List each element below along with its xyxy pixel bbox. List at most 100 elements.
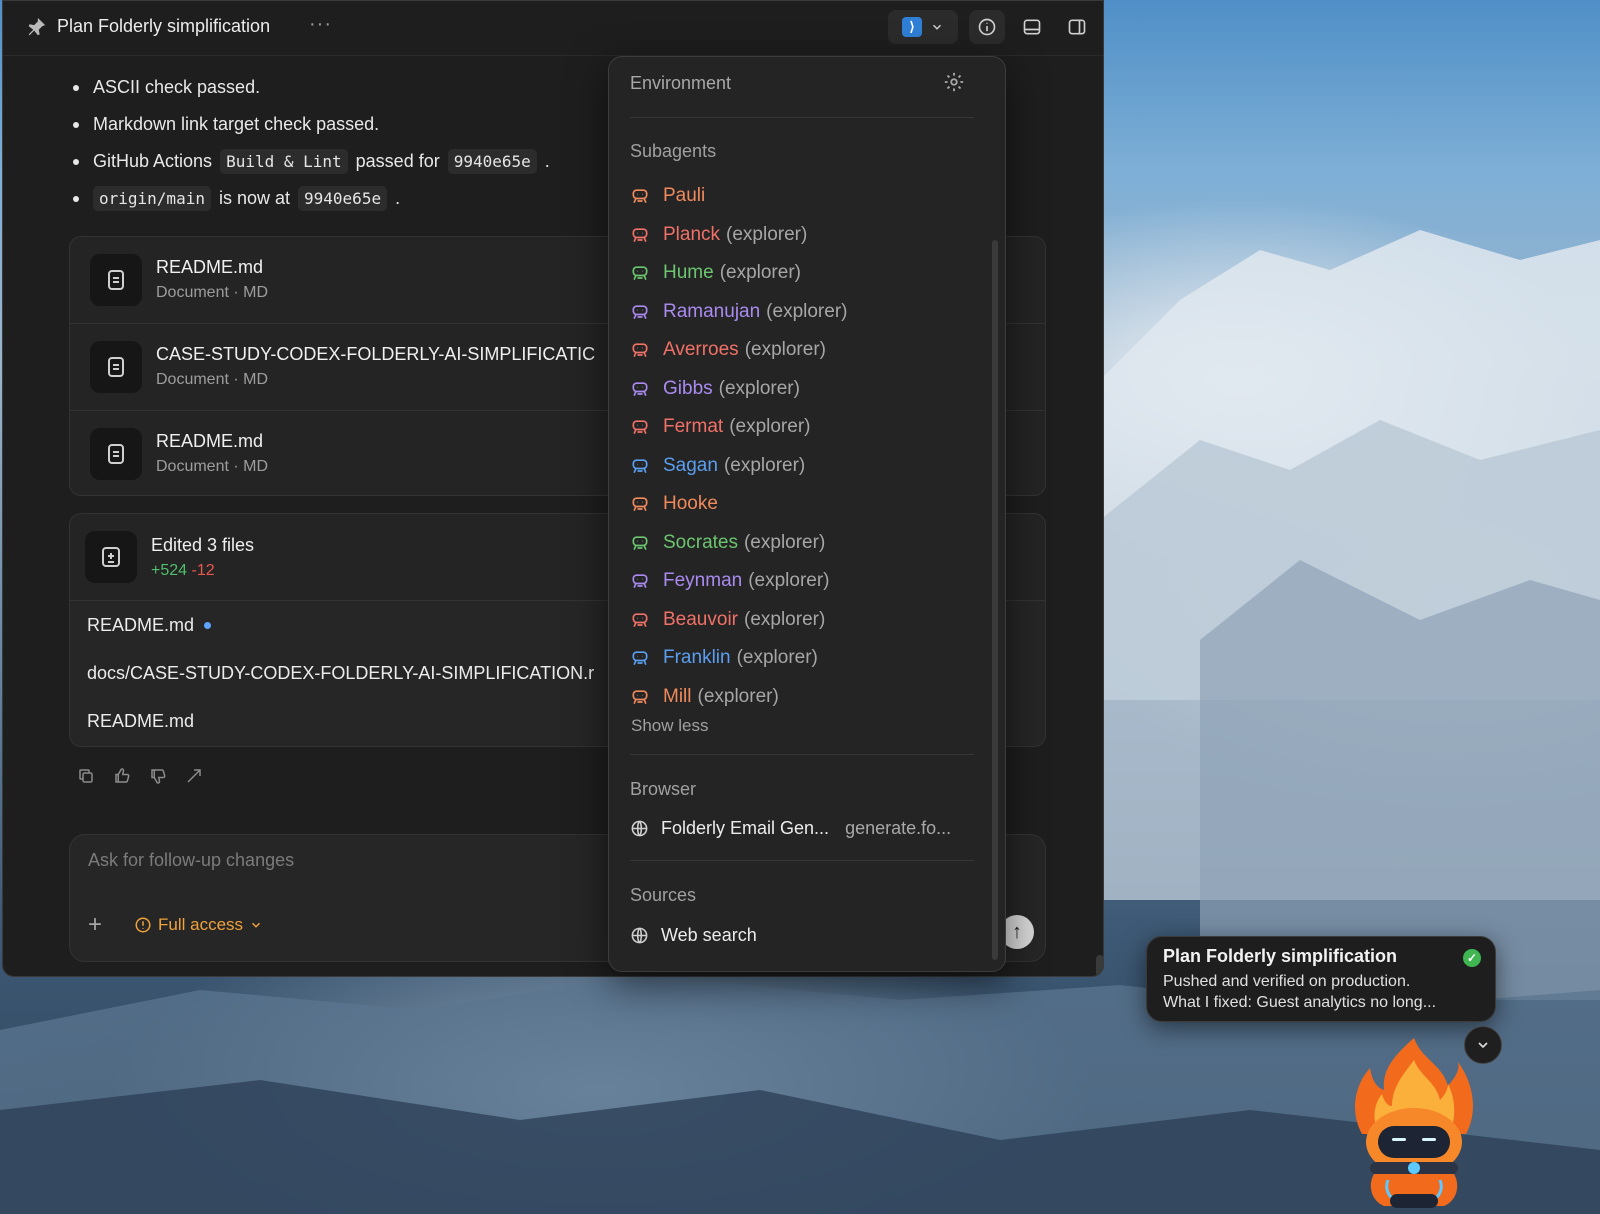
subagent-name: Feynman [663, 570, 743, 592]
follow-up-input[interactable] [86, 849, 690, 872]
robot-icon [632, 382, 648, 396]
browser-tab-item[interactable]: Folderly Email Gen... generate.fo... [630, 818, 951, 839]
subagent-name: Gibbs [663, 377, 713, 399]
add-attachment-icon[interactable]: + [88, 913, 102, 937]
subagent-list: Pauli Planck (explorer) Hume (explorer) Raman… [630, 177, 847, 716]
subagent-item-franklin[interactable]: Franklin (explorer) [630, 639, 847, 678]
inline-code: 9940e65e [298, 186, 388, 211]
subagent-role: (explorer) [719, 262, 801, 284]
file-meta: Document · MD [156, 458, 269, 475]
subagent-role: (explorer) [726, 223, 808, 245]
subagent-role: (explorer) [766, 300, 848, 322]
arrow-up-icon: ↑ [1012, 920, 1022, 943]
message-bullets: ASCII check passed. Markdown link target… [73, 69, 550, 217]
subagent-item-ramanujan[interactable]: Ramanujan (explorer) [630, 293, 847, 332]
toggle-sidebar-button[interactable] [1059, 10, 1095, 44]
chevron-down-icon [932, 24, 942, 30]
inline-code: Build & Lint [220, 149, 348, 174]
check-icon: ✓ [1463, 949, 1481, 967]
diff-icon [85, 531, 137, 583]
subagent-item-beauvoir[interactable]: Beauvoir (explorer) [630, 601, 847, 640]
title-bar: Plan Folderly simplification ··· ⟩ [3, 1, 1103, 56]
access-level-label: Full access [158, 915, 244, 934]
show-less-link[interactable]: Show less [631, 716, 708, 736]
window-title: Plan Folderly simplification [57, 16, 271, 36]
divider [630, 754, 974, 755]
robot-icon [632, 343, 648, 358]
message-actions [77, 767, 203, 785]
thumbs-down-icon[interactable] [149, 767, 167, 785]
bottom-panel-icon [1023, 19, 1041, 35]
globe-icon [631, 927, 648, 944]
diff-stats: +524 -12 [151, 562, 215, 580]
copy-icon[interactable] [77, 767, 95, 785]
robot-icon [632, 613, 648, 627]
subagent-item-hume[interactable]: Hume (explorer) [630, 254, 847, 293]
subagent-name: Mill [663, 685, 692, 707]
toast-message: What I fixed: Guest analytics no long... [1163, 994, 1437, 1011]
bullet-text: GitHub Actions [93, 151, 213, 171]
subagent-role: (explorer) [697, 685, 779, 707]
toggle-bottom-panel-button[interactable] [1014, 10, 1050, 44]
subagent-name: Sagan [663, 454, 718, 476]
info-icon [978, 18, 996, 36]
file-meta: Document · MD [156, 284, 269, 301]
subagent-item-gibbs[interactable]: Gibbs (explorer) [630, 370, 847, 409]
browser-label: Browser [630, 779, 697, 799]
notification-toast[interactable]: Plan Folderly simplification ✓ Pushed an… [1146, 936, 1496, 1022]
file-name: CASE-STUDY-CODEX-FOLDERLY-AI-SIMPLIFICAT… [156, 344, 596, 364]
subagent-item-sagan[interactable]: Sagan (explorer) [630, 447, 847, 486]
dropdown-scrollbar[interactable] [992, 240, 998, 960]
fire-mascot-icon[interactable] [1344, 1034, 1484, 1212]
subagent-item-mill[interactable]: Mill (explorer) [630, 678, 847, 717]
subagent-item-hooke[interactable]: Hooke [630, 485, 847, 524]
bullet-text: . [395, 188, 401, 208]
environment-label: Environment [630, 73, 732, 93]
robot-icon [632, 651, 648, 666]
thumbs-up-icon[interactable] [113, 767, 131, 785]
divider [630, 860, 974, 861]
subagent-role: (explorer) [743, 531, 826, 553]
bullet-item: origin/main is now at 9940e65e. [73, 180, 550, 217]
subagent-role: (explorer) [736, 647, 818, 669]
subagent-item-socrates[interactable]: Socrates (explorer) [630, 524, 847, 563]
lines-removed: -12 [191, 562, 215, 579]
bullet-item: GitHub Actions Build & Lint passed for 9… [73, 143, 550, 180]
subagent-item-fermat[interactable]: Fermat (explorer) [630, 408, 847, 447]
info-button[interactable] [969, 10, 1005, 44]
subagent-item-feynman[interactable]: Feynman (explorer) [630, 562, 847, 601]
open-in-editor-button[interactable]: ⟩ [888, 10, 958, 44]
subagent-name: Beauvoir [663, 608, 738, 630]
pin-icon[interactable] [25, 16, 47, 38]
vscode-icon: ⟩ [902, 17, 922, 37]
file-name: README.md [156, 431, 264, 451]
access-level-dropdown[interactable]: Full access [134, 915, 263, 935]
subagent-role: (explorer) [744, 339, 826, 361]
robot-icon [632, 690, 648, 704]
web-search-item[interactable]: Web search [630, 925, 757, 946]
subagent-item-pauli[interactable]: Pauli [630, 177, 847, 216]
sources-label: Sources [630, 885, 697, 905]
modified-dot [204, 621, 212, 629]
subagent-name: Ramanujan [663, 300, 761, 322]
subagent-role: (explorer) [729, 416, 811, 438]
robot-icon [632, 459, 648, 473]
subagent-item-planck[interactable]: Planck (explorer) [630, 216, 847, 255]
subagent-name: Socrates [663, 531, 738, 553]
bullet-text: Markdown link target check passed. [93, 114, 380, 134]
edited-file-path: README.md [87, 710, 195, 731]
bullet-item: Markdown link target check passed. [73, 106, 550, 143]
document-icon [90, 428, 142, 480]
edited-file-path: README.md [87, 614, 195, 635]
bullet-text: ASCII check passed. [93, 77, 261, 97]
environment-dropdown: Environment Subagents Pauli Planck (explor… [608, 56, 1006, 972]
subagent-item-averroes[interactable]: Averroes (explorer) [630, 331, 847, 370]
robot-icon [632, 574, 648, 589]
gear-icon[interactable] [943, 71, 965, 93]
scrollbar[interactable] [1096, 955, 1103, 976]
more-options-icon[interactable]: ··· [309, 13, 332, 36]
browser-tab-title: Folderly Email Gen... [661, 818, 830, 838]
bullet-text: is now at [218, 188, 291, 208]
share-icon[interactable] [185, 767, 203, 785]
robot-icon [632, 228, 648, 242]
